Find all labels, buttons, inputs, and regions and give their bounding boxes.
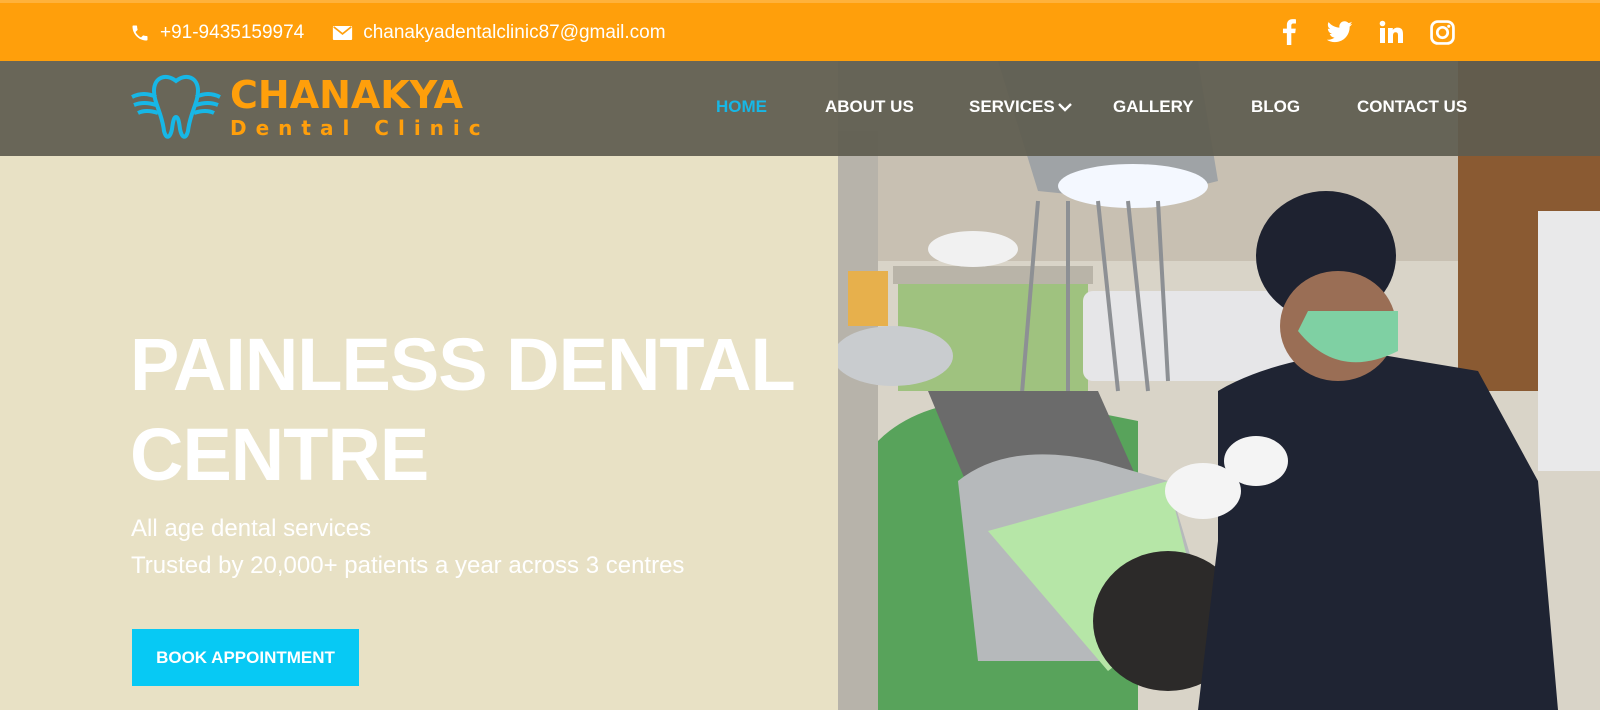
email-link[interactable]: chanakyadentalclinic87@gmail.com (332, 22, 666, 44)
social-links (1251, 19, 1455, 45)
email-address: chanakyadentalclinic87@gmail.com (363, 22, 666, 43)
hero-title: PAINLESS DENTAL CENTRE (130, 320, 830, 500)
hero-subtitle-line1: All age dental services (131, 515, 372, 542)
logo-tagline: Dental Clinic (230, 116, 490, 140)
contact-info: +91-9435159974 chanakyadentalclinic87@gm… (130, 22, 694, 44)
linkedin-icon[interactable] (1378, 19, 1404, 45)
nav-blog[interactable]: BLOG (1251, 97, 1357, 117)
clinic-logo[interactable]: CHANAKYA Dental Clinic (130, 73, 490, 143)
nav-home[interactable]: HOME (716, 97, 825, 117)
chevron-down-icon (1057, 103, 1072, 112)
phone-number: +91-9435159974 (160, 22, 305, 43)
logo-text: CHANAKYA Dental Clinic (230, 75, 490, 141)
primary-menu: HOME ABOUT US SERVICES GALLERY BLOG CONT… (716, 97, 1467, 117)
nav-services[interactable]: SERVICES (969, 97, 1113, 117)
twitter-icon[interactable] (1327, 19, 1353, 45)
instagram-icon[interactable] (1429, 19, 1455, 45)
hero-dental-photo (838, 61, 1600, 710)
main-navbar: CHANAKYA Dental Clinic HOME ABOUT US SER… (0, 61, 1600, 156)
phone-link[interactable]: +91-9435159974 (130, 22, 304, 44)
nav-contact-us[interactable]: CONTACT US (1357, 97, 1467, 117)
logo-brand-name: CHANAKYA (230, 73, 464, 117)
hero-subtitle-line2: Trusted by 20,000+ patients a year acros… (131, 552, 685, 579)
top-contact-bar: +91-9435159974 chanakyadentalclinic87@gm… (0, 0, 1600, 61)
nav-about-us[interactable]: ABOUT US (825, 97, 969, 117)
hero-title-line1: PAINLESS DENTAL (130, 323, 796, 406)
facebook-icon[interactable] (1276, 19, 1302, 45)
nav-gallery[interactable]: GALLERY (1113, 97, 1251, 117)
phone-icon (132, 25, 148, 41)
book-appointment-button[interactable]: BOOK APPOINTMENT (132, 629, 359, 686)
envelope-icon (333, 26, 353, 40)
hero-title-line2: CENTRE (130, 413, 429, 496)
tooth-wings-logo-icon (131, 74, 221, 139)
